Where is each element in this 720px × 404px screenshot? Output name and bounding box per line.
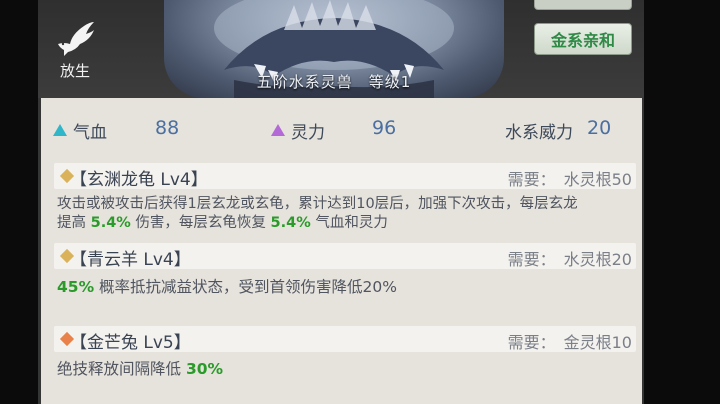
- desc-highlight: 45%: [57, 278, 95, 296]
- release-button[interactable]: 放生: [50, 20, 100, 92]
- stat-label-spirit: 灵力: [291, 123, 325, 143]
- desc-highlight: 5.4%: [270, 215, 311, 231]
- stat-value-spirit: 96: [372, 117, 397, 139]
- skill-requirement: 需要： 金灵根10: [507, 333, 632, 352]
- dove-icon: [58, 22, 94, 56]
- triangle-cyan-icon: [53, 124, 67, 136]
- skill-description-1: 攻击或被攻击后获得1层玄龙或玄龟，累计达到10层后，加强下次攻击，每层玄龙 提高…: [57, 195, 637, 233]
- stat-label-water-power: 水系威力: [505, 123, 573, 143]
- desc-text: 提高: [57, 215, 91, 231]
- top-button-partial[interactable]: [534, 0, 632, 10]
- stat-value-water-power: 20: [587, 117, 612, 139]
- triangle-purple-icon: [271, 124, 285, 136]
- skill-desc-line: 攻击或被攻击后获得1层玄龙或玄龟，累计达到10层后，加强下次攻击，每层玄龙: [57, 196, 578, 212]
- skill-description-2: 45% 概率抵抗减益状态，受到首领伤害降低20%: [57, 278, 637, 297]
- desc-text: 概率抵抗减益状态，受到首领伤害降低20%: [94, 278, 397, 296]
- release-label: 放生: [59, 62, 90, 80]
- beast-caption: 五阶水系灵兽 等级1: [256, 73, 412, 91]
- skill-header-3: 【金芒兔 Lv5】 需要： 金灵根10: [54, 326, 636, 353]
- desc-highlight: 30%: [185, 360, 224, 378]
- skill-header-2: 【青云羊 Lv4】 需要： 水灵根20: [54, 243, 636, 270]
- skill-name: 【金芒兔 Lv5】: [70, 333, 191, 353]
- desc-text: 伤害，每层玄龟恢复: [130, 215, 271, 231]
- desc-text: 绝技释放间隔降低: [57, 360, 186, 378]
- skill-header-1: 【玄渊龙龟 Lv4】 需要： 水灵根50: [54, 163, 636, 190]
- stats-row: 气血 88 灵力 96 水系威力 20: [41, 116, 642, 144]
- desc-text: 气血和灵力: [310, 215, 388, 231]
- skill-requirement: 需要： 水灵根50: [507, 170, 632, 189]
- detail-panel: 气血 88 灵力 96 水系威力 20 【玄渊龙龟 Lv4】 需要： 水灵根50…: [41, 98, 642, 404]
- stat-label-hp: 气血: [73, 123, 107, 143]
- skill-description-3: 绝技释放间隔降低 30%: [57, 360, 637, 379]
- skill-requirement: 需要： 水灵根20: [507, 250, 632, 269]
- skill-name: 【青云羊 Lv4】: [70, 250, 191, 270]
- skill-name: 【玄渊龙龟 Lv4】: [70, 170, 208, 190]
- beast-portrait: 五阶水系灵兽 等级1: [164, 0, 504, 98]
- skill-desc-line: 提高 5.4% 伤害，每层玄龟恢复 5.4% 气血和灵力: [57, 214, 637, 233]
- desc-highlight: 5.4%: [90, 215, 131, 231]
- affinity-button[interactable]: 金系亲和: [534, 23, 632, 55]
- stat-value-hp: 88: [155, 117, 180, 139]
